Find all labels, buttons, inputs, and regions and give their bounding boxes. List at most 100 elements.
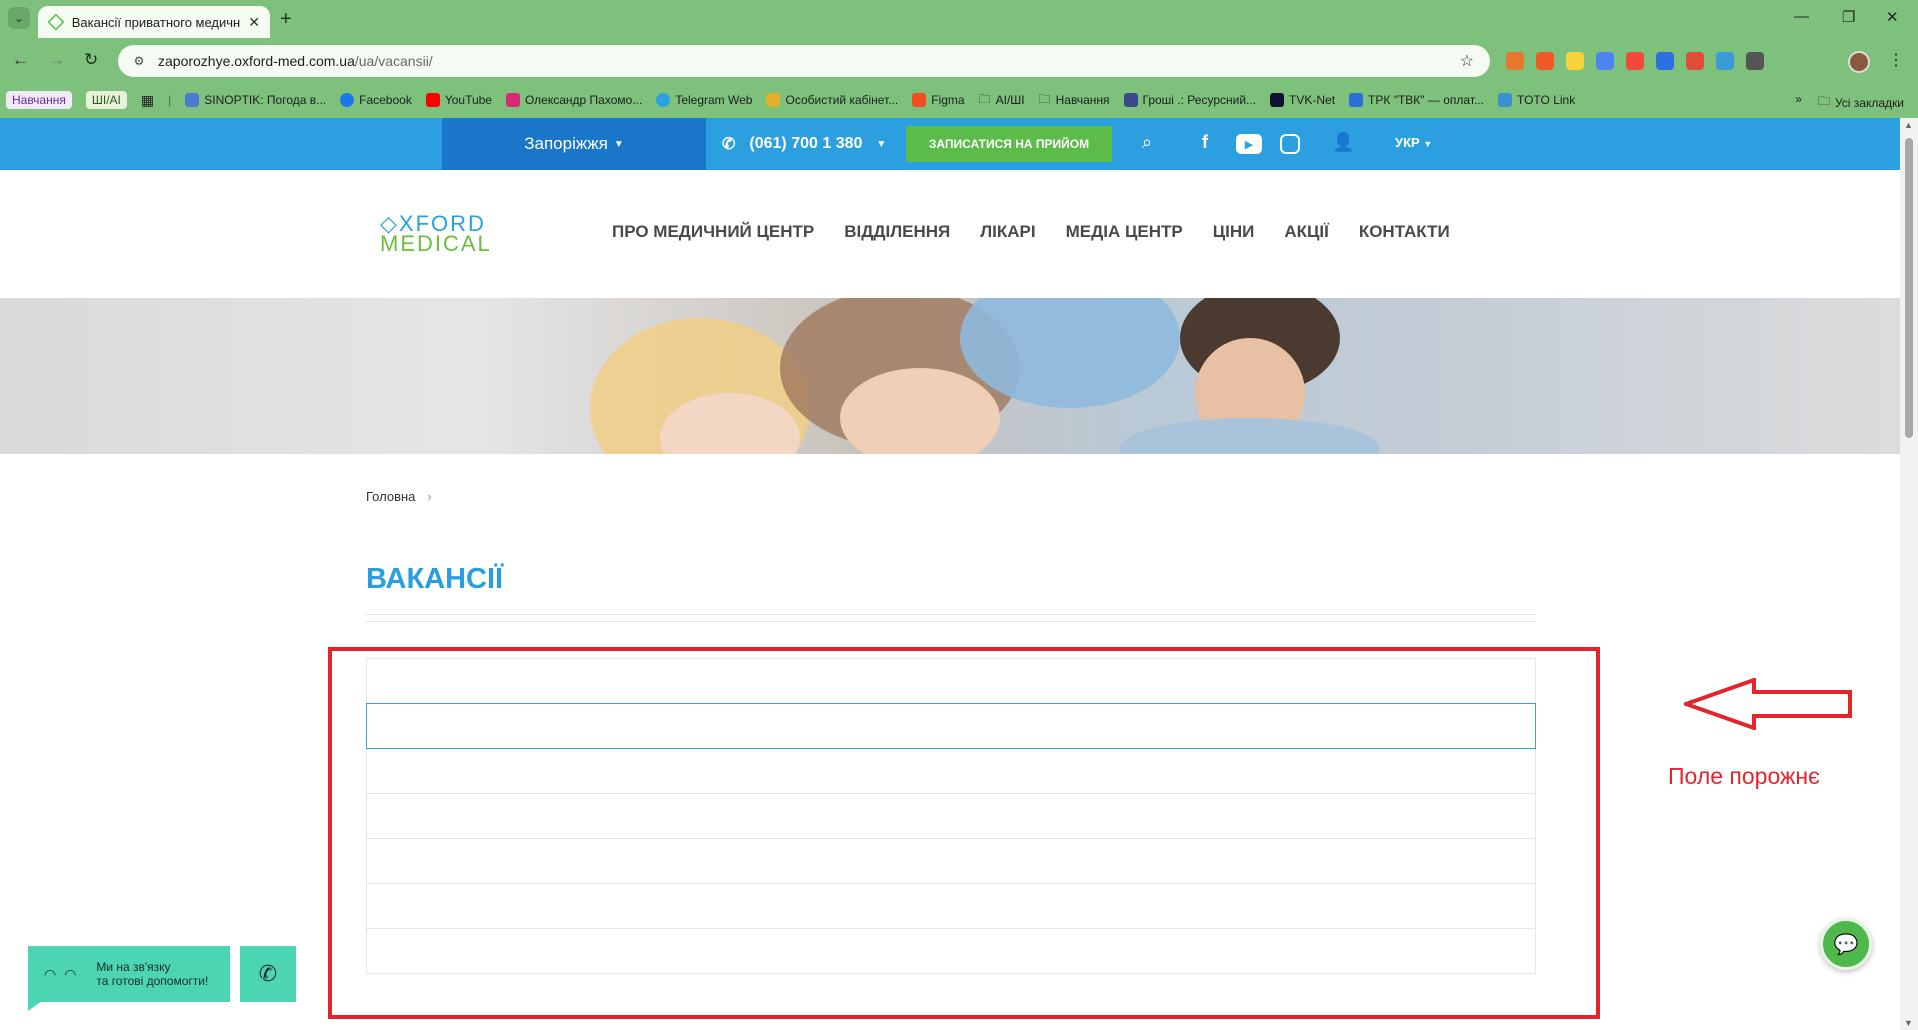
all-bookmarks[interactable]: 🗀 Усі закладки: [1818, 92, 1904, 113]
phone-icon: ✆: [722, 136, 736, 153]
bookmark-item[interactable]: YouTube: [425, 93, 492, 107]
bookmark-item[interactable]: Facebook: [340, 93, 412, 107]
minimize-icon[interactable]: —: [1794, 8, 1809, 25]
extension-icon[interactable]: [1626, 52, 1644, 70]
nav-prices[interactable]: ЦІНИ: [1213, 222, 1255, 242]
extension-icon[interactable]: [1656, 52, 1674, 70]
instagram-icon[interactable]: [1280, 134, 1300, 154]
tab-search-icon[interactable]: ⌄: [8, 7, 30, 29]
extension-icon[interactable]: [1686, 52, 1704, 70]
hero-illustration: [590, 298, 1380, 454]
folder-icon: 🗀: [1817, 94, 1830, 108]
bookmark-tag-ai[interactable]: ШІ/AI: [85, 91, 127, 109]
bookmark-item[interactable]: TOTO Link: [1497, 93, 1575, 107]
tab-title: Вакансії приватного медичного: [71, 14, 241, 30]
call-button[interactable]: ✆: [240, 946, 296, 1002]
chat-fab-button[interactable]: 💬: [1820, 918, 1872, 970]
language-selector[interactable]: УКР ▼: [1395, 135, 1432, 150]
annotation-text: Поле порожнє: [1668, 763, 1820, 789]
back-icon[interactable]: ←: [12, 50, 29, 70]
scroll-up-icon[interactable]: ▲: [1904, 120, 1913, 130]
logo-line-2: MEDICAL: [380, 231, 492, 256]
search-icon[interactable]: ⌕: [1142, 132, 1152, 153]
caret-down-icon: ▼: [1423, 139, 1433, 149]
profile-avatar[interactable]: [1848, 51, 1870, 73]
bookmark-item[interactable]: Telegram Web: [656, 93, 752, 107]
bookmark-folder[interactable]: 🗀 Навчання: [1039, 90, 1110, 111]
user-icon[interactable]: 👤: [1332, 132, 1354, 153]
tab-active[interactable]: Вакансії приватного медичного ✕: [38, 6, 270, 38]
extension-icon[interactable]: [1506, 52, 1524, 70]
city-selector[interactable]: Запоріжжя ▼: [442, 118, 706, 170]
phone-dropdown[interactable]: ✆ (061) 700 1 380 ▼: [722, 118, 886, 170]
bookmark-folder[interactable]: 🗀 AI/ШІ: [979, 90, 1025, 111]
bookmark-favicon-icon: [766, 93, 781, 107]
caret-down-icon: ▼: [876, 138, 887, 150]
bookmark-favicon-icon: [1349, 93, 1364, 107]
bookmark-item[interactable]: SINOPTIK: Погода в...: [185, 93, 326, 107]
chevron-right-icon: ›: [427, 489, 432, 504]
nav-media[interactable]: МЕДІА ЦЕНТР: [1066, 222, 1183, 242]
page-title: ВАКАНСІЇ: [366, 563, 504, 595]
nav-departments[interactable]: ВІДДІЛЕННЯ: [844, 222, 950, 242]
bookmark-item[interactable]: ТРК "ТВК" — оплат...: [1349, 93, 1484, 107]
youtube-icon[interactable]: ▶: [1236, 134, 1262, 154]
extension-icon[interactable]: [1566, 52, 1584, 70]
extension-icon[interactable]: [1536, 52, 1554, 70]
bookmark-item[interactable]: TVK-Net: [1270, 93, 1335, 107]
chat-icon: 💬: [1833, 933, 1859, 956]
extension-icon[interactable]: [1716, 52, 1734, 70]
page-scrollbar[interactable]: ▲ ▼: [1900, 118, 1918, 1030]
address-bar[interactable]: ⚙ zaporozhye.oxford-med.com.ua/ua/vacans…: [118, 45, 1490, 77]
bookmarks-overflow: » 🗀 Усі закладки: [1795, 92, 1904, 113]
title-divider: [366, 614, 1536, 622]
browser-menu-icon[interactable]: ⋮: [1888, 50, 1904, 70]
site-info-icon[interactable]: ⚙: [130, 52, 148, 70]
bookmark-tag-learning[interactable]: Навчання: [6, 91, 72, 109]
apps-grid-icon[interactable]: ▦: [141, 92, 154, 109]
facebook-icon: [340, 93, 355, 107]
appointment-button[interactable]: ЗАПИСАТИСЯ НА ПРИЙОМ: [906, 126, 1112, 162]
translate-icon[interactable]: [1596, 52, 1614, 70]
new-tab-icon[interactable]: +: [280, 8, 292, 31]
close-window-icon[interactable]: ✕: [1886, 8, 1899, 26]
url-path: /ua/vacansii/: [354, 53, 433, 69]
extensions-puzzle-icon[interactable]: [1746, 52, 1764, 70]
youtube-icon: [425, 93, 440, 107]
bookmark-item[interactable]: Олександр Пахомо...: [505, 93, 642, 107]
support-chat-widget[interactable]: ◠ ◠ Ми на зв'язку та готові допомогти!: [28, 946, 230, 1011]
scroll-down-icon[interactable]: ▼: [1904, 1018, 1913, 1028]
facebook-icon[interactable]: f: [1202, 132, 1208, 153]
bookmarks-bar: Навчання ШІ/AI ▦ | SINOPTIK: Погода в...…: [0, 86, 1918, 114]
bookmark-item[interactable]: Гроші .: Ресурсний...: [1123, 93, 1256, 107]
vacancy-row-empty[interactable]: [366, 703, 1536, 749]
folder-icon: 🗀: [978, 91, 991, 106]
reload-icon[interactable]: ↻: [84, 50, 98, 70]
bookmark-favicon-icon: [1123, 93, 1138, 107]
breadcrumb-home[interactable]: Головна: [366, 489, 415, 504]
bubble-tail: [28, 1001, 42, 1011]
close-tab-icon[interactable]: ✕: [248, 14, 260, 31]
favicon-icon: [47, 13, 65, 31]
city-label: Запоріжжя: [524, 134, 608, 153]
bookmark-item[interactable]: Особистий кабінет...: [766, 93, 898, 107]
site-logo[interactable]: ◇XFORD MEDICAL: [380, 213, 492, 256]
bookmark-item[interactable]: Figma: [912, 93, 965, 107]
phone-icon: ✆: [258, 961, 278, 986]
nav-promotions[interactable]: АКЦІЇ: [1284, 222, 1328, 242]
restore-icon[interactable]: ❐: [1842, 8, 1855, 26]
nav-contacts[interactable]: КОНТАКТИ: [1359, 222, 1450, 242]
browser-toolbar: ← → ↻ ⚙ zaporozhye.oxford-med.com.ua/ua/…: [0, 42, 1918, 82]
url-text[interactable]: zaporozhye.oxford-med.com.ua/ua/vacansii…: [158, 53, 433, 69]
nav-doctors[interactable]: ЛІКАРІ: [980, 222, 1035, 242]
hero-banner-image: [0, 298, 1900, 454]
more-bookmarks-icon[interactable]: »: [1795, 92, 1802, 113]
nav-about[interactable]: ПРО МЕДИЧНИЙ ЦЕНТР: [612, 222, 814, 242]
scroll-thumb[interactable]: [1905, 138, 1913, 438]
annotation-arrow-icon: [1684, 678, 1852, 730]
breadcrumb: Головна ›: [366, 489, 432, 504]
url-host: zaporozhye.oxford-med.com.ua: [158, 53, 355, 69]
smile-face-icon: ◠ ◠: [44, 965, 79, 982]
bookmark-star-icon[interactable]: ☆: [1460, 51, 1474, 71]
forward-icon[interactable]: →: [48, 50, 65, 70]
